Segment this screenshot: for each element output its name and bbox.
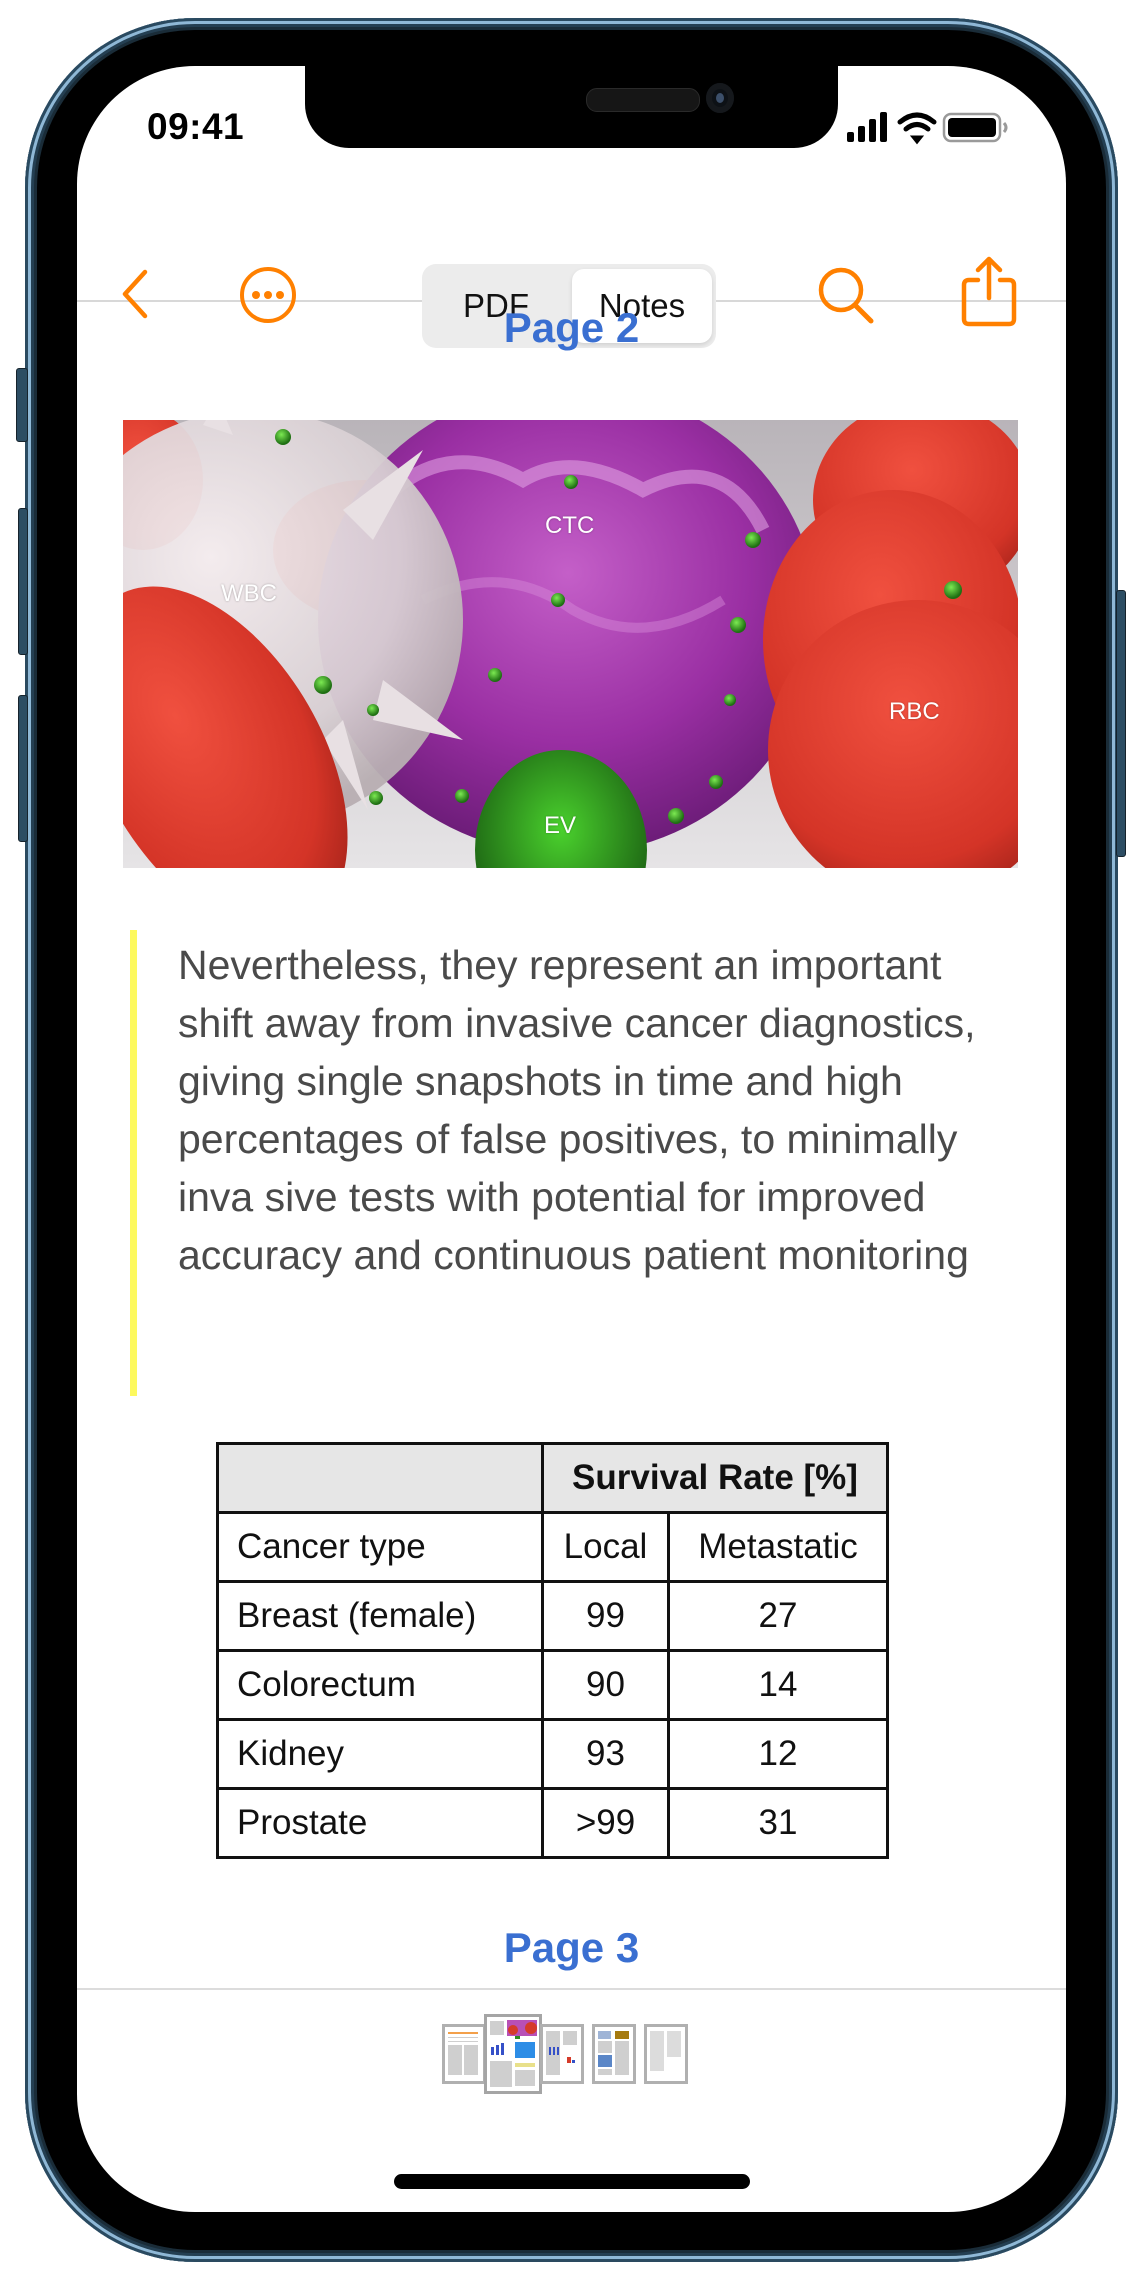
table-header-row: Survival Rate [%]	[216, 1442, 889, 1514]
cell-local: 99	[541, 1580, 670, 1652]
silent-switch	[16, 368, 28, 442]
label-ctc: CTC	[545, 512, 595, 539]
status-icons	[847, 110, 1017, 146]
cell-cancer-type: Kidney	[216, 1718, 544, 1790]
page-thumbnail-1[interactable]	[442, 2024, 486, 2084]
power-button	[1116, 590, 1126, 857]
column-header: Cancer type	[216, 1511, 544, 1583]
wifi-icon	[897, 112, 937, 145]
cell-local: >99	[541, 1787, 670, 1859]
cellular-signal-icon	[847, 112, 887, 142]
column-header: Local	[541, 1511, 670, 1583]
cell-metastatic: 27	[667, 1580, 889, 1652]
notch	[305, 66, 838, 148]
table-column-row: Cancer type Local Metastatic	[216, 1511, 889, 1583]
page-thumbnail-strip	[442, 2014, 712, 2094]
battery-icon	[942, 112, 1008, 143]
volume-down-button	[18, 695, 28, 842]
screen: 09:41 PDF Notes Page 2 WBC CTC RBC EV Ne…	[77, 66, 1066, 2212]
label-ev: EV	[544, 812, 577, 839]
cell-metastatic: 14	[667, 1649, 889, 1721]
navigation-bar: PDF Notes	[77, 186, 1066, 348]
highlight-bar	[130, 930, 137, 1396]
page-thumbnail-3[interactable]	[540, 2024, 584, 2084]
label-wbc: WBC	[221, 580, 277, 607]
table-group-header: Survival Rate [%]	[541, 1442, 889, 1514]
table-row: Prostate >99 31	[216, 1787, 889, 1859]
highlighted-note-text[interactable]: Nevertheless, they represent an importan…	[178, 936, 1018, 1284]
page-thumbnail-4[interactable]	[592, 2024, 636, 2084]
volume-up-button	[18, 508, 28, 655]
cell-local: 90	[541, 1649, 670, 1721]
front-camera	[706, 83, 734, 113]
table-row: Colorectum 90 14	[216, 1649, 889, 1721]
label-rbc: RBC	[889, 698, 940, 725]
cell-metastatic: 12	[667, 1718, 889, 1790]
cell-cancer-type: Prostate	[216, 1787, 544, 1859]
status-time: 09:41	[147, 106, 245, 147]
table-row: Breast (female) 99 27	[216, 1580, 889, 1652]
page-thumbnail-5[interactable]	[644, 2024, 688, 2084]
survival-rate-table: Survival Rate [%] Cancer type Local Meta…	[216, 1442, 889, 1859]
cell-metastatic: 31	[667, 1787, 889, 1859]
cell-cancer-type: Colorectum	[216, 1649, 544, 1721]
cell-cancer-type: Breast (female)	[216, 1580, 544, 1652]
page-3-heading: Page 3	[503, 1924, 640, 1971]
table-row: Kidney 93 12	[216, 1718, 889, 1790]
cell-illustration: WBC CTC RBC EV	[123, 420, 1018, 868]
table-header-empty	[216, 1442, 544, 1514]
thumbnail-bar-divider	[77, 1988, 1066, 1990]
cell-local: 93	[541, 1718, 670, 1790]
page-thumbnail-2[interactable]	[484, 2014, 542, 2094]
column-header: Metastatic	[667, 1511, 889, 1583]
speaker-grille	[586, 88, 700, 112]
home-indicator[interactable]	[394, 2174, 750, 2189]
page-2-heading: Page 2	[503, 304, 640, 351]
